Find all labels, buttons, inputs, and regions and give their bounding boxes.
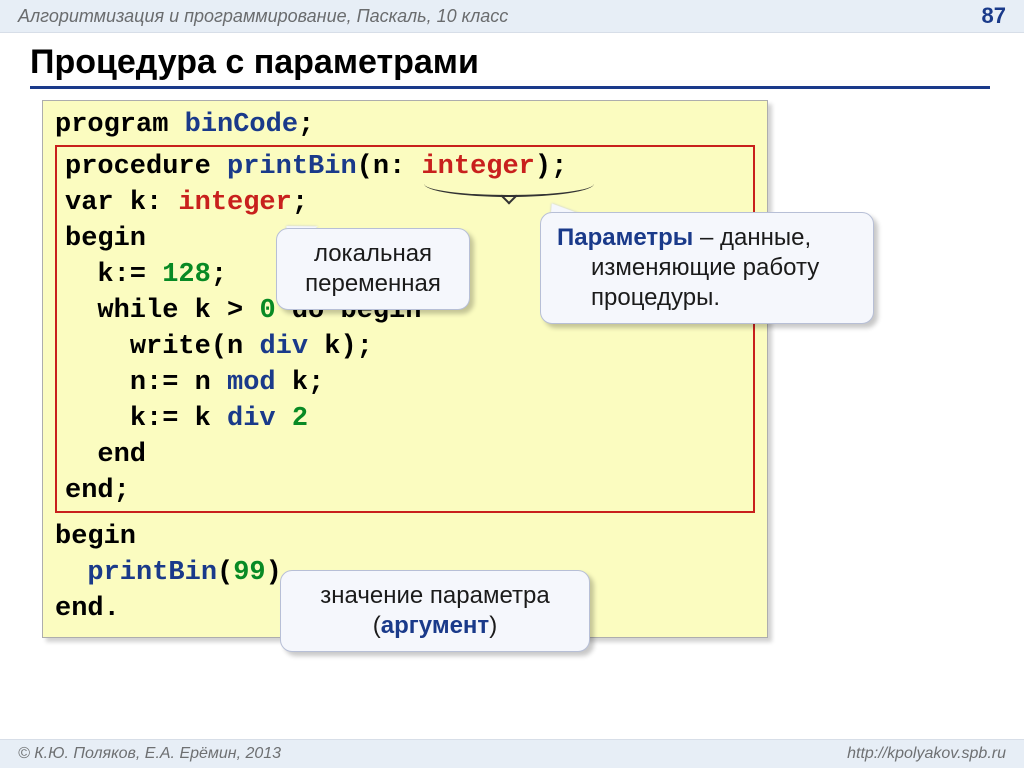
type-integer-2: integer xyxy=(178,188,291,218)
callout-local-l2: переменная xyxy=(293,269,453,299)
code-block: program binCode; procedure printBin(n: i… xyxy=(42,100,768,638)
slide-title: Процедура с параметрами xyxy=(30,43,990,89)
code-line-10: end xyxy=(65,437,745,473)
callout-local-var: локальная переменная xyxy=(276,228,470,310)
slide-footer: © К.Ю. Поляков, Е.А. Ерёмин, 2013 http:/… xyxy=(0,739,1024,768)
callout-param-t2: изменяющие работу xyxy=(557,253,819,283)
callout-parameters: Параметры – данные, изменяющие работу пр… xyxy=(540,212,874,324)
code-line-12: begin xyxy=(55,519,755,555)
num-128: 128 xyxy=(162,260,211,290)
callout-arg-l1: значение параметра xyxy=(297,581,573,611)
var-k: k xyxy=(130,188,146,218)
footer-copyright: © К.Ю. Поляков, Е.А. Ерёмин, 2013 xyxy=(18,745,281,763)
call-printBin: printBin xyxy=(87,558,217,588)
page-number: 87 xyxy=(982,3,1006,29)
op-div-1: div xyxy=(259,332,308,362)
op-div-2: div xyxy=(227,404,276,434)
code-line-1: program binCode; xyxy=(55,107,755,143)
param-n: n xyxy=(373,152,389,182)
callout-arg-l2: (аргумент) xyxy=(297,611,573,641)
procedure-box: procedure printBin(n: integer); var k: i… xyxy=(55,145,755,513)
code-line-9: k:= k div 2 xyxy=(65,401,745,437)
type-integer-1: integer xyxy=(421,152,534,182)
code-line-7: write(n div k); xyxy=(65,329,745,365)
prog-name: binCode xyxy=(185,110,298,140)
footer-url: http://kpolyakov.spb.ru xyxy=(847,745,1006,763)
num-0: 0 xyxy=(259,296,275,326)
num-2: 2 xyxy=(292,404,308,434)
callout-param-t3: процедуры. xyxy=(557,283,720,313)
code-line-11: end; xyxy=(65,473,745,509)
kw-var: var xyxy=(65,188,114,218)
callout-param-t1: – данные, xyxy=(693,224,811,251)
proc-name: printBin xyxy=(227,152,357,182)
callout-param-hl: Параметры xyxy=(557,224,693,251)
callout-argument: значение параметра (аргумент) xyxy=(280,570,590,652)
kw-procedure: procedure xyxy=(65,152,211,182)
callout-local-l1: локальная xyxy=(293,239,453,269)
subject-label: Алгоритмизация и программирование, Паска… xyxy=(18,6,508,27)
slide-header: Алгоритмизация и программирование, Паска… xyxy=(0,0,1024,33)
code-line-8: n:= n mod k; xyxy=(65,365,745,401)
code-line-2: procedure printBin(n: integer); xyxy=(65,149,745,185)
op-mod: mod xyxy=(227,368,276,398)
num-99: 99 xyxy=(233,558,265,588)
kw-program: program xyxy=(55,110,168,140)
